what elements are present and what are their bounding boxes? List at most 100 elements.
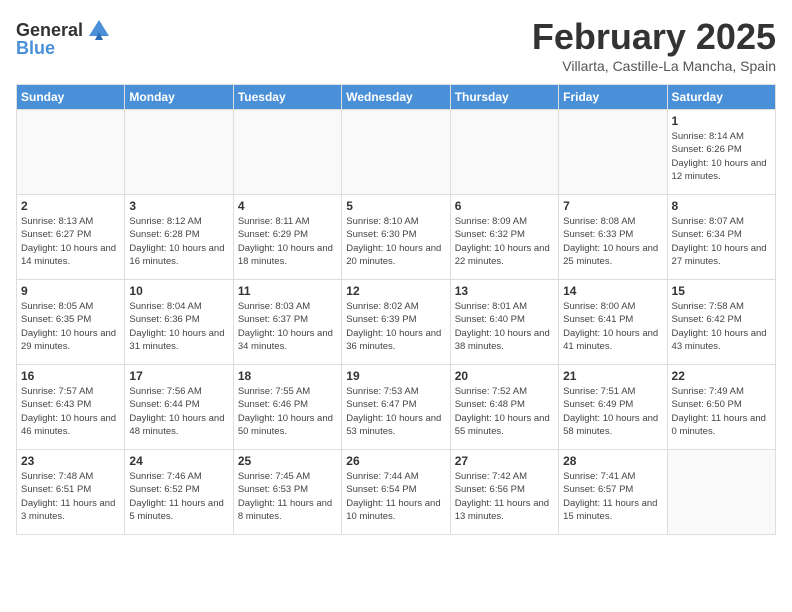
day-number: 8 bbox=[672, 199, 771, 213]
calendar-cell: 19Sunrise: 7:53 AM Sunset: 6:47 PM Dayli… bbox=[342, 365, 450, 450]
weekday-header-friday: Friday bbox=[559, 85, 667, 110]
day-number: 7 bbox=[563, 199, 662, 213]
day-info: Sunrise: 7:46 AM Sunset: 6:52 PM Dayligh… bbox=[129, 470, 228, 523]
calendar-cell: 15 Sunrise: 7:58 AM Sunset: 6:42 PM Dayli… bbox=[667, 280, 775, 365]
location-title: Villarta, Castille-La Mancha, Spain bbox=[532, 58, 776, 74]
day-info: Sunrise: 8:11 AM Sunset: 6:29 PM Dayligh… bbox=[238, 215, 337, 268]
calendar-week-row-4: 16 Sunrise: 7:57 AM Sunset: 6:43 PM Dayli… bbox=[17, 365, 776, 450]
day-number: 14 bbox=[563, 284, 662, 298]
day-info: Sunrise: 7:49 AM Sunset: 6:50 PM Dayligh… bbox=[672, 385, 771, 438]
day-number: 25 bbox=[238, 454, 337, 468]
day-info: Sunrise: 7:56 AM Sunset: 6:44 PM Dayligh… bbox=[129, 385, 228, 438]
day-number: 1 bbox=[672, 114, 771, 128]
calendar-week-row-1: 1 Sunrise: 8:14 AM Sunset: 6:26 PM Daylig… bbox=[17, 110, 776, 195]
day-info: Sunrise: 8:00 AM Sunset: 6:41 PM Dayligh… bbox=[563, 300, 662, 353]
page-header: General Blue February 2025 Villarta, Cas… bbox=[16, 16, 776, 74]
day-number: 22 bbox=[672, 369, 771, 383]
calendar-cell: 14 Sunrise: 8:00 AM Sunset: 6:41 PM Dayli… bbox=[559, 280, 667, 365]
calendar-cell: 4 Sunrise: 8:11 AM Sunset: 6:29 PM Daylig… bbox=[233, 195, 341, 280]
day-info: Sunrise: 8:02 AM Sunset: 6:39 PM Dayligh… bbox=[346, 300, 445, 353]
calendar-cell: 28Sunrise: 7:41 AM Sunset: 6:57 PM Dayli… bbox=[559, 450, 667, 535]
weekday-header-sunday: Sunday bbox=[17, 85, 125, 110]
calendar-cell: 25 Sunrise: 7:45 AM Sunset: 6:53 PM Dayli… bbox=[233, 450, 341, 535]
calendar-cell: 8 Sunrise: 8:07 AM Sunset: 6:34 PM Daylig… bbox=[667, 195, 775, 280]
weekday-header-thursday: Thursday bbox=[450, 85, 558, 110]
calendar-cell: 17Sunrise: 7:56 AM Sunset: 6:44 PM Dayli… bbox=[125, 365, 233, 450]
day-number: 28 bbox=[563, 454, 662, 468]
day-number: 23 bbox=[21, 454, 120, 468]
day-number: 27 bbox=[455, 454, 554, 468]
day-number: 4 bbox=[238, 199, 337, 213]
calendar-cell: 12 Sunrise: 8:02 AM Sunset: 6:39 PM Dayli… bbox=[342, 280, 450, 365]
title-block: February 2025 Villarta, Castille-La Manc… bbox=[532, 16, 776, 74]
calendar-cell: 6Sunrise: 8:09 AM Sunset: 6:32 PM Daylig… bbox=[450, 195, 558, 280]
calendar-cell: 3 Sunrise: 8:12 AM Sunset: 6:28 PM Daylig… bbox=[125, 195, 233, 280]
calendar-cell: 13 Sunrise: 8:01 AM Sunset: 6:40 PM Dayli… bbox=[450, 280, 558, 365]
day-info: Sunrise: 7:48 AM Sunset: 6:51 PM Dayligh… bbox=[21, 470, 120, 523]
day-number: 24 bbox=[129, 454, 228, 468]
weekday-header-row: SundayMondayTuesdayWednesdayThursdayFrid… bbox=[17, 85, 776, 110]
day-info: Sunrise: 8:05 AM Sunset: 6:35 PM Dayligh… bbox=[21, 300, 120, 353]
calendar-cell: 1 Sunrise: 8:14 AM Sunset: 6:26 PM Daylig… bbox=[667, 110, 775, 195]
calendar-cell bbox=[342, 110, 450, 195]
day-number: 12 bbox=[346, 284, 445, 298]
day-number: 18 bbox=[238, 369, 337, 383]
day-info: Sunrise: 7:42 AM Sunset: 6:56 PM Dayligh… bbox=[455, 470, 554, 523]
calendar-cell: 10 Sunrise: 8:04 AM Sunset: 6:36 PM Dayli… bbox=[125, 280, 233, 365]
weekday-header-saturday: Saturday bbox=[667, 85, 775, 110]
calendar-cell bbox=[125, 110, 233, 195]
day-number: 5 bbox=[346, 199, 445, 213]
day-number: 21 bbox=[563, 369, 662, 383]
day-number: 3 bbox=[129, 199, 228, 213]
day-info: Sunrise: 7:53 AM Sunset: 6:47 PM Dayligh… bbox=[346, 385, 445, 438]
calendar-cell: 21 Sunrise: 7:51 AM Sunset: 6:49 PM Dayli… bbox=[559, 365, 667, 450]
calendar-cell: 23 Sunrise: 7:48 AM Sunset: 6:51 PM Dayli… bbox=[17, 450, 125, 535]
day-info: Sunrise: 8:08 AM Sunset: 6:33 PM Dayligh… bbox=[563, 215, 662, 268]
calendar-cell: 20 Sunrise: 7:52 AM Sunset: 6:48 PM Dayli… bbox=[450, 365, 558, 450]
calendar-cell: 11Sunrise: 8:03 AM Sunset: 6:37 PM Dayli… bbox=[233, 280, 341, 365]
day-info: Sunrise: 8:07 AM Sunset: 6:34 PM Dayligh… bbox=[672, 215, 771, 268]
month-title: February 2025 bbox=[532, 16, 776, 58]
weekday-header-monday: Monday bbox=[125, 85, 233, 110]
day-info: Sunrise: 7:52 AM Sunset: 6:48 PM Dayligh… bbox=[455, 385, 554, 438]
day-number: 16 bbox=[21, 369, 120, 383]
logo: General Blue bbox=[16, 16, 113, 59]
day-number: 6 bbox=[455, 199, 554, 213]
day-info: Sunrise: 8:04 AM Sunset: 6:36 PM Dayligh… bbox=[129, 300, 228, 353]
calendar-cell: 7 Sunrise: 8:08 AM Sunset: 6:33 PM Daylig… bbox=[559, 195, 667, 280]
calendar-cell: 18 Sunrise: 7:55 AM Sunset: 6:46 PM Dayli… bbox=[233, 365, 341, 450]
day-info: Sunrise: 7:58 AM Sunset: 6:42 PM Dayligh… bbox=[672, 300, 771, 353]
weekday-header-wednesday: Wednesday bbox=[342, 85, 450, 110]
day-number: 13 bbox=[455, 284, 554, 298]
day-info: Sunrise: 7:44 AM Sunset: 6:54 PM Dayligh… bbox=[346, 470, 445, 523]
logo-blue-text: Blue bbox=[16, 38, 55, 59]
calendar-cell bbox=[559, 110, 667, 195]
calendar-cell: 26 Sunrise: 7:44 AM Sunset: 6:54 PM Dayli… bbox=[342, 450, 450, 535]
day-info: Sunrise: 8:12 AM Sunset: 6:28 PM Dayligh… bbox=[129, 215, 228, 268]
calendar-table: SundayMondayTuesdayWednesdayThursdayFrid… bbox=[16, 84, 776, 535]
day-info: Sunrise: 8:01 AM Sunset: 6:40 PM Dayligh… bbox=[455, 300, 554, 353]
calendar-cell bbox=[667, 450, 775, 535]
day-info: Sunrise: 8:10 AM Sunset: 6:30 PM Dayligh… bbox=[346, 215, 445, 268]
day-number: 26 bbox=[346, 454, 445, 468]
day-info: Sunrise: 8:14 AM Sunset: 6:26 PM Dayligh… bbox=[672, 130, 771, 183]
day-number: 20 bbox=[455, 369, 554, 383]
day-info: Sunrise: 7:45 AM Sunset: 6:53 PM Dayligh… bbox=[238, 470, 337, 523]
calendar-cell bbox=[17, 110, 125, 195]
calendar-cell: 5 Sunrise: 8:10 AM Sunset: 6:30 PM Daylig… bbox=[342, 195, 450, 280]
day-info: Sunrise: 7:51 AM Sunset: 6:49 PM Dayligh… bbox=[563, 385, 662, 438]
day-number: 15 bbox=[672, 284, 771, 298]
day-number: 9 bbox=[21, 284, 120, 298]
weekday-header-tuesday: Tuesday bbox=[233, 85, 341, 110]
day-info: Sunrise: 7:55 AM Sunset: 6:46 PM Dayligh… bbox=[238, 385, 337, 438]
calendar-cell bbox=[450, 110, 558, 195]
calendar-cell: 24 Sunrise: 7:46 AM Sunset: 6:52 PM Dayli… bbox=[125, 450, 233, 535]
day-number: 2 bbox=[21, 199, 120, 213]
calendar-week-row-3: 9 Sunrise: 8:05 AM Sunset: 6:35 PM Daylig… bbox=[17, 280, 776, 365]
day-number: 10 bbox=[129, 284, 228, 298]
day-number: 11 bbox=[238, 284, 337, 298]
calendar-cell: 9 Sunrise: 8:05 AM Sunset: 6:35 PM Daylig… bbox=[17, 280, 125, 365]
calendar-week-row-2: 2Sunrise: 8:13 AM Sunset: 6:27 PM Daylig… bbox=[17, 195, 776, 280]
day-info: Sunrise: 7:57 AM Sunset: 6:43 PM Dayligh… bbox=[21, 385, 120, 438]
logo-icon bbox=[85, 16, 113, 44]
